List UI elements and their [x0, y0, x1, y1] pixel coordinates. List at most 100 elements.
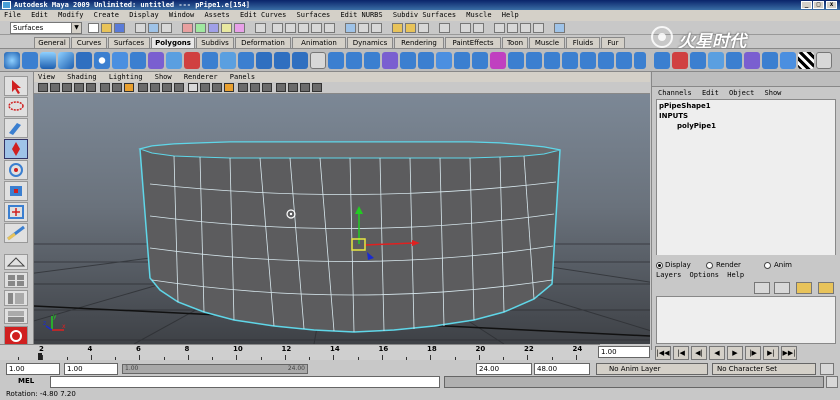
poly-quadrangulate-icon[interactable]	[726, 52, 742, 69]
poly-pipe-icon[interactable]	[148, 52, 164, 69]
xray-joints-icon[interactable]	[288, 83, 298, 92]
toggle-channel-box-icon[interactable]	[520, 23, 531, 33]
poly-torus-icon[interactable]	[94, 52, 110, 69]
soft-mod-icon[interactable]	[4, 223, 28, 243]
tab-polygons[interactable]: Polygons	[151, 37, 195, 48]
input-output-icon[interactable]	[358, 23, 369, 33]
mirror-geometry-icon[interactable]	[310, 52, 326, 69]
layer-menu-layers[interactable]: Layers	[656, 271, 681, 279]
channel-box-input-node[interactable]: polyPipe1	[677, 122, 716, 130]
toggle-tool-settings-icon[interactable]	[507, 23, 518, 33]
hypershade-layout-icon[interactable]	[4, 326, 28, 346]
four-view-layout-icon[interactable]	[4, 272, 28, 288]
step-forward-frame-icon[interactable]: ▶|	[763, 346, 779, 360]
split-polygon-icon[interactable]	[382, 52, 398, 69]
open-scene-icon[interactable]	[101, 23, 112, 33]
wireframe-shading-icon[interactable]	[188, 83, 198, 92]
viewport-menu-panels[interactable]: Panels	[230, 73, 255, 81]
character-set-dropdown[interactable]: No Character Set	[712, 363, 816, 375]
tab-deformation[interactable]: Deformation	[235, 37, 291, 48]
new-layer-selected-icon[interactable]	[818, 282, 834, 294]
select-object-icon[interactable]	[148, 23, 159, 33]
snap-point-icon[interactable]	[298, 23, 309, 33]
viewport-menu-lighting[interactable]: Lighting	[109, 73, 143, 81]
single-perspective-layout-icon[interactable]	[4, 254, 28, 270]
poly-sphere-icon[interactable]	[4, 52, 20, 69]
playback-end-field[interactable]: 24.00	[476, 363, 532, 375]
tab-animation[interactable]: Animation	[292, 37, 346, 48]
field-chart-icon[interactable]	[150, 83, 160, 92]
lock-selection-icon[interactable]	[255, 23, 266, 33]
poly-fill-hole-icon[interactable]	[744, 52, 760, 69]
render-layer-radio[interactable]	[706, 262, 713, 269]
toggle-layer-editor-icon[interactable]	[533, 23, 544, 33]
checker-icon[interactable]	[798, 52, 814, 69]
channel-box-menu-object[interactable]: Object	[729, 89, 754, 97]
2d-pan-zoom-icon[interactable]	[86, 83, 96, 92]
tab-surfaces[interactable]: Surfaces	[108, 37, 150, 48]
character-set-key-icon[interactable]	[820, 363, 834, 375]
range-slider-bar[interactable]: 1.00 24.00	[122, 364, 308, 374]
tab-general[interactable]: General	[34, 37, 70, 48]
perspective-viewport[interactable]: x y z	[34, 94, 650, 344]
film-gate-icon[interactable]	[112, 83, 122, 92]
boolean-difference-icon[interactable]	[274, 52, 290, 69]
viewport-menu-show[interactable]: Show	[155, 73, 172, 81]
poly-subdivide-icon[interactable]	[762, 52, 778, 69]
step-forward-key-icon[interactable]: |▶	[745, 346, 761, 360]
tab-fur[interactable]: Fur	[601, 37, 625, 48]
default-lighting-icon[interactable]	[238, 83, 248, 92]
reverse-normals-icon[interactable]	[526, 52, 542, 69]
start-time-field[interactable]: 1.00	[6, 363, 60, 375]
construction-history-icon[interactable]	[371, 23, 382, 33]
all-lights-icon[interactable]	[250, 83, 260, 92]
pipe-top-rim[interactable]	[138, 141, 561, 159]
anim-layer-dropdown[interactable]: No Anim Layer	[596, 363, 708, 375]
toggle-attribute-editor-icon[interactable]	[494, 23, 505, 33]
input-line-icon[interactable]	[439, 23, 450, 33]
soften-edge-icon[interactable]	[490, 52, 506, 69]
go-to-end-icon[interactable]: ▶▶|	[781, 346, 797, 360]
pick-mask-3-icon[interactable]	[208, 23, 219, 33]
merge-icon[interactable]	[454, 52, 470, 69]
channel-box-object-name[interactable]: pPipeShape1	[659, 102, 711, 110]
sculpt-icon[interactable]	[634, 52, 646, 69]
poly-reduce-icon[interactable]	[672, 52, 688, 69]
poly-triangulate-icon[interactable]	[708, 52, 724, 69]
boolean-intersection-icon[interactable]	[292, 52, 308, 69]
channel-box-menu-channels[interactable]: Channels	[658, 89, 692, 97]
playback-start-field[interactable]: 1.00	[64, 363, 118, 375]
command-language-label[interactable]: MEL	[18, 377, 34, 385]
shelf-menu-icon[interactable]	[554, 23, 565, 33]
display-layer-radio[interactable]	[656, 262, 663, 269]
image-plane-icon[interactable]	[74, 83, 84, 92]
close-button[interactable]: x	[826, 1, 837, 9]
smooth-shading-icon[interactable]	[200, 83, 210, 92]
shelf-options-icon[interactable]	[816, 52, 832, 69]
menu-edit[interactable]: Edit	[31, 11, 48, 19]
render-frame-icon[interactable]	[392, 23, 403, 33]
tab-painteffects[interactable]: PaintEffects	[445, 37, 501, 48]
spherical-map-icon[interactable]	[580, 52, 596, 69]
paint-select-icon[interactable]	[4, 118, 28, 138]
extrude-icon[interactable]	[328, 52, 344, 69]
poly-prism-icon[interactable]	[112, 52, 128, 69]
anim-layer-radio[interactable]	[764, 262, 771, 269]
menu-help[interactable]: Help	[502, 11, 519, 19]
snap-curve-icon[interactable]	[285, 23, 296, 33]
menu-window[interactable]: Window	[169, 11, 194, 19]
scale-tool-icon[interactable]	[4, 181, 28, 201]
select-component-icon[interactable]	[161, 23, 172, 33]
persp-outliner-layout-icon[interactable]	[4, 290, 28, 306]
poly-wedge-face-icon[interactable]	[780, 52, 796, 69]
boolean-union-icon[interactable]	[256, 52, 272, 69]
pick-mask-5-icon[interactable]	[234, 23, 245, 33]
menu-display[interactable]: Display	[129, 11, 159, 19]
poly-plane-icon[interactable]	[76, 52, 92, 69]
history-icon[interactable]	[345, 23, 356, 33]
step-back-key-icon[interactable]: ◀|	[691, 346, 707, 360]
render-settings-icon[interactable]	[418, 23, 429, 33]
auto-map-icon[interactable]	[598, 52, 614, 69]
tab-rendering[interactable]: Rendering	[394, 37, 444, 48]
textured-icon[interactable]	[224, 83, 234, 92]
